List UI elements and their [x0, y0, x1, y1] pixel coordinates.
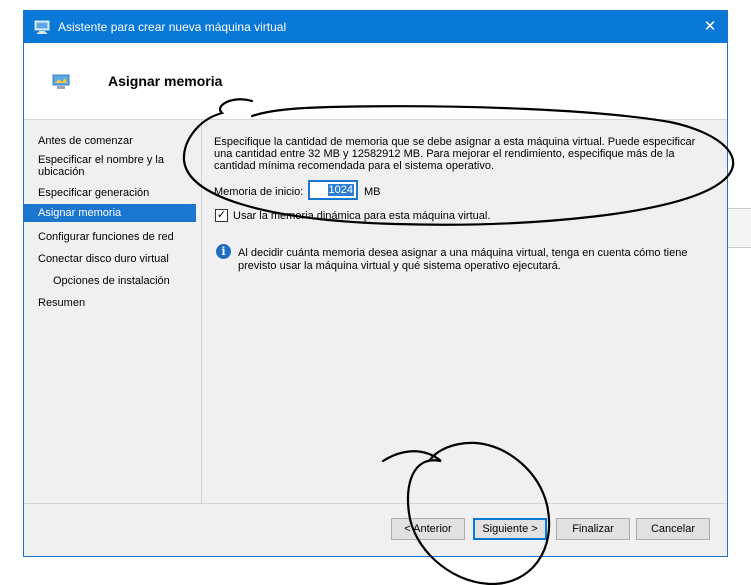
cancel-button[interactable]: Cancelar: [636, 518, 710, 540]
page-header: Asignar memoria: [24, 43, 727, 120]
wizard-steps: Antes de comenzar Especificar el nombre …: [24, 120, 196, 503]
dynamic-memory-label[interactable]: Usar la memoria dinámica para esta máqui…: [233, 210, 490, 222]
memory-value: 1024: [327, 184, 354, 196]
info-text: Al decidir cuánta memoria desea asignar …: [238, 247, 688, 272]
sidebar-item-funciones-de-red[interactable]: Configurar funciones de red: [24, 228, 196, 246]
sidebar-item-asignar-memoria[interactable]: Asignar memoria: [24, 204, 196, 222]
memory-unit: MB: [364, 186, 381, 198]
sidebar-item-opciones-instalacion[interactable]: Opciones de instalación: [24, 272, 196, 290]
previous-button[interactable]: < Anterior: [391, 518, 465, 540]
sidebar-item-antes-de-comenzar[interactable]: Antes de comenzar: [24, 132, 196, 150]
memory-label: Memoria de inicio:: [214, 186, 304, 198]
page-title: Asignar memoria: [108, 73, 223, 89]
title-bar: Asistente para crear nueva máquina virtu…: [24, 11, 727, 43]
wizard-window: Asistente para crear nueva máquina virtu…: [23, 10, 728, 557]
memory-description: Especifique la cantidad de memoria que s…: [214, 136, 696, 172]
memory-input[interactable]: 1024: [308, 180, 358, 200]
button-bar: < Anterior Siguiente > Finalizar Cancela…: [24, 503, 727, 559]
virtual-machine-icon: [52, 74, 70, 89]
virtual-machine-icon: [34, 20, 50, 34]
sidebar-item-disco-duro[interactable]: Conectar disco duro virtual: [24, 250, 196, 268]
sidebar-item-nombre-ubicacion[interactable]: Especificar el nombre y la ubicación: [24, 151, 196, 181]
background-window-edge: [728, 208, 751, 248]
info-icon: i: [216, 244, 231, 259]
finish-button[interactable]: Finalizar: [556, 518, 630, 540]
dynamic-memory-checkbox[interactable]: ✓: [215, 209, 228, 222]
sidebar-item-generacion[interactable]: Especificar generación: [24, 184, 196, 202]
close-button[interactable]: ✕: [693, 11, 727, 43]
main-content: Especifique la cantidad de memoria que s…: [201, 120, 727, 503]
next-button[interactable]: Siguiente >: [473, 518, 547, 540]
window-title: Asistente para crear nueva máquina virtu…: [58, 20, 287, 34]
sidebar-item-resumen[interactable]: Resumen: [24, 294, 196, 312]
